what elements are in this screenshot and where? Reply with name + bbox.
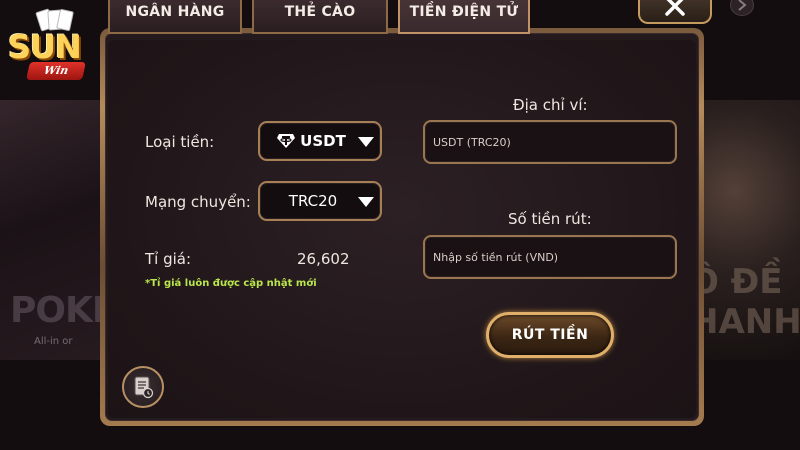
wallet-address-input[interactable]: USDT (TRC20) xyxy=(423,120,677,164)
withdraw-dialog xyxy=(100,28,704,426)
wallet-address-label: Địa chỉ ví: xyxy=(513,96,588,114)
logo-ribbon: Win xyxy=(26,62,86,80)
usdt-icon xyxy=(277,134,296,148)
currency-label: Loại tiền: xyxy=(145,133,215,151)
tab-card[interactable]: THẺ CÀO xyxy=(252,0,388,34)
chevron-right-icon xyxy=(738,0,747,11)
background-right-title: Ô ĐỀ HANH xyxy=(690,262,800,342)
tab-crypto[interactable]: TIỀN ĐIỆN TỬ xyxy=(398,0,530,34)
tab-bank[interactable]: NGÂN HÀNG xyxy=(108,0,242,34)
network-value: TRC20 xyxy=(288,192,338,210)
background-left-title: POKE xyxy=(10,290,116,331)
network-select[interactable]: TRC20 xyxy=(258,181,382,221)
history-button[interactable] xyxy=(122,366,164,408)
network-label: Mạng chuyển: xyxy=(145,193,251,211)
withdraw-button[interactable]: RÚT TIỀN xyxy=(486,312,614,358)
chevron-down-icon xyxy=(358,137,374,147)
rate-label: Tỉ giá: xyxy=(145,250,192,268)
logo-cards xyxy=(35,8,78,32)
dialog-inner xyxy=(105,33,699,421)
close-button[interactable] xyxy=(638,0,712,24)
dialog-panel xyxy=(108,40,696,418)
rate-value: 26,602 xyxy=(297,250,350,268)
history-icon xyxy=(134,376,154,399)
logo-text: SUN xyxy=(8,28,82,66)
currency-select[interactable]: USDT xyxy=(258,121,382,161)
wallet-address-placeholder: USDT (TRC20) xyxy=(433,135,511,149)
background-left-caption: All-in or xyxy=(34,336,73,347)
close-icon xyxy=(665,0,685,16)
rate-note: *Tỉ giá luôn được cập nhật mới xyxy=(145,278,317,289)
amount-input[interactable]: Nhập số tiền rút (VND) xyxy=(423,235,677,279)
sunwin-logo: SUN Win xyxy=(2,8,98,86)
currency-value: USDT xyxy=(300,132,346,150)
amount-label: Số tiền rút: xyxy=(508,210,592,228)
amount-placeholder: Nhập số tiền rút (VND) xyxy=(433,250,559,264)
chevron-down-icon xyxy=(358,197,374,207)
